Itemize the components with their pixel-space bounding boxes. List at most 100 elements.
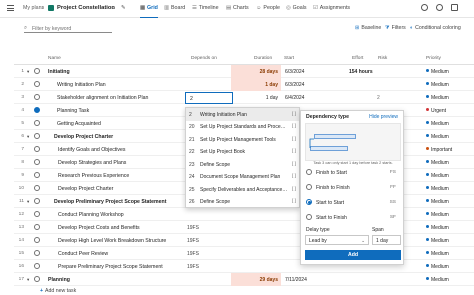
task-complete-checkbox[interactable] xyxy=(34,94,40,100)
baseline-button[interactable]: ⊞ Baseline xyxy=(355,25,381,31)
tab-goals[interactable]: ◎ Goals xyxy=(286,5,306,11)
radio-button[interactable] xyxy=(306,169,312,175)
duration-cell[interactable] xyxy=(231,208,281,221)
tab-assignments[interactable]: ☑ Assignments xyxy=(313,5,350,11)
depends-on-cell[interactable]: 19FS xyxy=(187,238,199,244)
task-name[interactable]: Research Previous Experience xyxy=(58,173,129,179)
priority-cell[interactable]: Medium xyxy=(426,69,449,75)
collapse-icon[interactable]: ▾ xyxy=(27,199,29,205)
task-suggestion-item[interactable]: 2 Writing Initiation Plan [ ] xyxy=(186,108,299,122)
column-header-start[interactable]: Start xyxy=(284,56,294,61)
task-complete-checkbox[interactable] xyxy=(34,107,40,113)
task-name[interactable]: Prepare Preliminary Project Scope Statem… xyxy=(58,264,163,270)
task-complete-checkbox[interactable] xyxy=(34,133,40,139)
tab-people[interactable]: ☺ People xyxy=(256,5,280,11)
collapse-icon[interactable]: ▾ xyxy=(27,69,29,75)
depends-on-cell[interactable]: 19FS xyxy=(187,225,199,231)
start-cell[interactable]: 6/3/2024 xyxy=(285,82,304,88)
priority-cell[interactable]: Medium xyxy=(426,251,449,257)
priority-cell[interactable]: Medium xyxy=(426,212,449,218)
duration-cell[interactable]: 29 days xyxy=(231,273,281,286)
priority-cell[interactable]: Medium xyxy=(426,277,449,283)
priority-cell[interactable]: Medium xyxy=(426,134,449,140)
task-complete-checkbox[interactable] xyxy=(34,224,40,230)
task-name[interactable]: Develop Project Costs and Benefits xyxy=(58,225,140,231)
task-complete-checkbox[interactable] xyxy=(34,198,40,204)
task-complete-checkbox[interactable] xyxy=(34,185,40,191)
task-suggestion-item[interactable]: 20 Set Up Project Standards and Procedure… xyxy=(186,121,299,134)
task-suggestion-item[interactable]: 26 Define Scope [ ] xyxy=(186,196,299,208)
table-row[interactable]: 17 ▾ Planning 29 days 7/11/2024 Medium xyxy=(14,273,474,286)
table-row[interactable]: 13 Develop Project Costs and Benefits 19FS… xyxy=(14,221,474,234)
duration-cell[interactable]: 1 day xyxy=(231,78,281,91)
table-row[interactable]: 15 Conduct Peer Review 19FS Medium xyxy=(14,247,474,260)
delay-type-select[interactable]: Lead by ⌄ xyxy=(305,235,369,245)
task-complete-checkbox[interactable] xyxy=(34,276,40,282)
task-suggestion-item[interactable]: 23 Define Scope [ ] xyxy=(186,158,299,171)
share-icon[interactable] xyxy=(421,4,428,11)
dependency-option[interactable]: Finish to Finish FF xyxy=(306,182,400,194)
priority-cell[interactable]: Urgent xyxy=(426,108,446,114)
filters-button[interactable]: ⧩ Filters xyxy=(385,25,406,32)
duration-cell[interactable]: 28 days xyxy=(231,65,281,78)
task-suggestion-item[interactable]: 24 Document Scope Management Plan [ ] xyxy=(186,171,299,184)
hide-preview-link[interactable]: Hide preview xyxy=(369,114,398,120)
priority-cell[interactable]: Medium xyxy=(426,82,449,88)
radio-button[interactable] xyxy=(306,184,312,190)
lightbulb-icon[interactable] xyxy=(436,4,443,11)
duration-cell[interactable] xyxy=(231,221,281,234)
radio-button[interactable] xyxy=(306,214,312,220)
task-name[interactable]: Stakeholder alignment on Initiation Plan xyxy=(57,95,148,101)
task-name[interactable]: Develop Strategies and Plans xyxy=(58,160,126,166)
duration-cell[interactable] xyxy=(231,234,281,247)
project-title[interactable]: Project Constellation xyxy=(57,5,115,11)
tab-grid[interactable]: ▦ Grid xyxy=(140,5,158,18)
tab-board[interactable]: ▥ Board xyxy=(164,5,185,11)
table-row[interactable]: 16 Prepare Preliminary Project Scope Stat… xyxy=(14,260,474,273)
priority-cell[interactable]: Medium xyxy=(426,264,449,270)
task-suggestion-item[interactable]: 22 Set Up Project Book [ ] xyxy=(186,146,299,159)
priority-cell[interactable]: Medium xyxy=(426,160,449,166)
tab-charts[interactable]: ▤ Charts xyxy=(226,5,249,11)
risk-cell[interactable]: 2 xyxy=(377,95,380,101)
task-complete-checkbox[interactable] xyxy=(34,211,40,217)
filter-input[interactable]: ⌕ Filter by keyword xyxy=(24,25,112,33)
depends-on-input[interactable]: 2 xyxy=(185,92,233,104)
tab-timeline[interactable]: ☰ Timeline xyxy=(192,5,219,11)
menu-icon[interactable] xyxy=(7,5,14,11)
start-cell[interactable]: 7/11/2024 xyxy=(285,277,307,283)
priority-cell[interactable]: Medium xyxy=(426,238,449,244)
column-header-effort[interactable]: Effort xyxy=(352,56,363,61)
start-cell[interactable]: 6/3/2024 xyxy=(285,69,304,75)
task-complete-checkbox[interactable] xyxy=(34,172,40,178)
task-name[interactable]: Getting Acquainted xyxy=(57,121,101,127)
priority-cell[interactable]: Medium xyxy=(426,95,449,101)
task-complete-checkbox[interactable] xyxy=(34,146,40,152)
priority-cell[interactable]: Medium xyxy=(426,225,449,231)
table-row[interactable]: 1 ▾ Initiating 28 days 6/3/2024 154 hours Medi… xyxy=(14,65,474,78)
task-name[interactable]: Planning Task xyxy=(57,108,89,114)
effort-cell[interactable]: 154 hours xyxy=(349,69,373,75)
chevron-down-icon[interactable]: ⌄ xyxy=(111,5,115,11)
task-name[interactable]: Conduct Peer Review xyxy=(58,251,108,257)
dependency-option[interactable]: Start to Start SS xyxy=(306,197,400,209)
pin-icon[interactable]: ✎ xyxy=(121,5,126,11)
task-name[interactable]: Planning xyxy=(48,277,70,283)
priority-cell[interactable]: Medium xyxy=(426,186,449,192)
column-header-duration[interactable]: Duration xyxy=(254,56,272,61)
collapse-icon[interactable]: ▾ xyxy=(27,134,29,140)
add-dependency-button[interactable]: Add xyxy=(305,250,401,260)
priority-cell[interactable]: Medium xyxy=(426,173,449,179)
start-cell[interactable]: 6/4/2024 xyxy=(285,95,304,101)
task-name[interactable]: Identify Goals and Objectives xyxy=(58,147,125,153)
task-complete-checkbox[interactable] xyxy=(34,250,40,256)
add-task-button[interactable]: + Add new task xyxy=(40,288,76,294)
task-complete-checkbox[interactable] xyxy=(34,68,40,74)
priority-cell[interactable]: Important xyxy=(426,147,452,153)
task-complete-checkbox[interactable] xyxy=(34,120,40,126)
task-complete-checkbox[interactable] xyxy=(34,81,40,87)
table-row[interactable]: 3 Stakeholder alignment on Initiation Pla… xyxy=(14,91,474,104)
task-name[interactable]: Develop Project Charter xyxy=(54,134,113,140)
column-header-risk[interactable]: Risk xyxy=(378,56,387,61)
duration-cell[interactable] xyxy=(231,260,281,273)
